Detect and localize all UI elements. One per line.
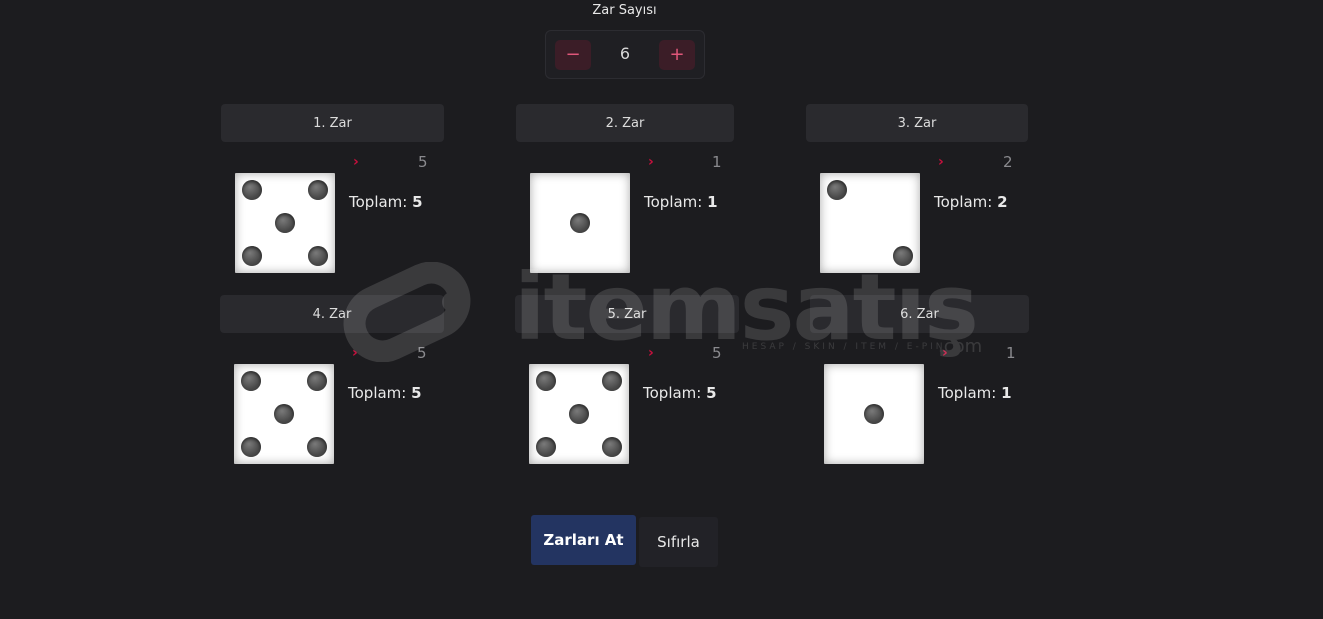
die-total-value: 5 (411, 384, 422, 402)
roll-value: 5 (418, 153, 428, 171)
die-pip (536, 371, 556, 391)
die-header: 1. Zar (221, 104, 444, 142)
die-total: Toplam: 1 (644, 193, 718, 211)
die-pip (308, 246, 328, 266)
die-header: 6. Zar (810, 295, 1029, 333)
die-pip (308, 180, 328, 200)
arrow-right-icon: › (942, 345, 948, 361)
die-pip (602, 371, 622, 391)
roll-value: 1 (712, 153, 722, 171)
die-header: 4. Zar (220, 295, 444, 333)
roll-value: 5 (417, 344, 427, 362)
die-pip (241, 437, 261, 457)
die-pip (893, 246, 913, 266)
roll-dice-button[interactable]: Zarları At (531, 515, 636, 565)
die-pip (274, 404, 294, 424)
die-pip (307, 437, 327, 457)
die-pip (275, 213, 295, 233)
die-header: 2. Zar (516, 104, 734, 142)
die-pip (602, 437, 622, 457)
die-total-value: 5 (706, 384, 717, 402)
die-pip (307, 371, 327, 391)
die-total-value: 1 (707, 193, 718, 211)
dice-count-stepper[interactable]: − 6 + (545, 30, 705, 79)
die-total-value: 2 (997, 193, 1008, 211)
die-card: 6. Zar › 1 Toplam: 1 (810, 295, 1040, 465)
die-total: Toplam: 5 (348, 384, 422, 402)
die-face[interactable] (234, 364, 334, 464)
roll-value: 2 (1003, 153, 1013, 171)
die-pip (242, 180, 262, 200)
dice-count-value[interactable]: 6 (596, 44, 654, 63)
die-face[interactable] (529, 364, 629, 464)
die-face[interactable] (824, 364, 924, 464)
die-card: 2. Zar › 1 Toplam: 1 (516, 104, 746, 274)
die-card: 3. Zar › 2 Toplam: 2 (806, 104, 1036, 274)
die-total: Toplam: 5 (349, 193, 423, 211)
arrow-right-icon: › (648, 345, 654, 361)
die-card: 1. Zar › 5 Toplam: 5 (221, 104, 451, 274)
die-pip (242, 246, 262, 266)
die-pip (827, 180, 847, 200)
reset-button[interactable]: Sıfırla (639, 517, 718, 567)
die-header: 3. Zar (806, 104, 1028, 142)
die-pip (864, 404, 884, 424)
roll-value: 1 (1006, 344, 1016, 362)
die-total-value: 5 (412, 193, 423, 211)
die-total: Toplam: 2 (934, 193, 1008, 211)
increase-button[interactable]: + (659, 40, 695, 70)
die-card: 5. Zar › 5 Toplam: 5 (515, 295, 745, 465)
die-card: 4. Zar › 5 Toplam: 5 (220, 295, 450, 465)
die-total: Toplam: 5 (643, 384, 717, 402)
die-pip (569, 404, 589, 424)
die-pip (570, 213, 590, 233)
dice-roller-page: Zar Sayısı − 6 + 1. Zar › 5 Toplam: 5 2.… (0, 0, 1323, 619)
die-face[interactable] (820, 173, 920, 273)
roll-value: 5 (712, 344, 722, 362)
die-header: 5. Zar (515, 295, 739, 333)
arrow-right-icon: › (938, 154, 944, 170)
die-face[interactable] (530, 173, 630, 273)
arrow-right-icon: › (353, 154, 359, 170)
die-total: Toplam: 1 (938, 384, 1012, 402)
arrow-right-icon: › (352, 345, 358, 361)
die-pip (241, 371, 261, 391)
die-face[interactable] (235, 173, 335, 273)
dice-count-label: Zar Sayısı (592, 3, 657, 18)
decrease-button[interactable]: − (555, 40, 591, 70)
die-pip (536, 437, 556, 457)
die-total-value: 1 (1001, 384, 1012, 402)
arrow-right-icon: › (648, 154, 654, 170)
